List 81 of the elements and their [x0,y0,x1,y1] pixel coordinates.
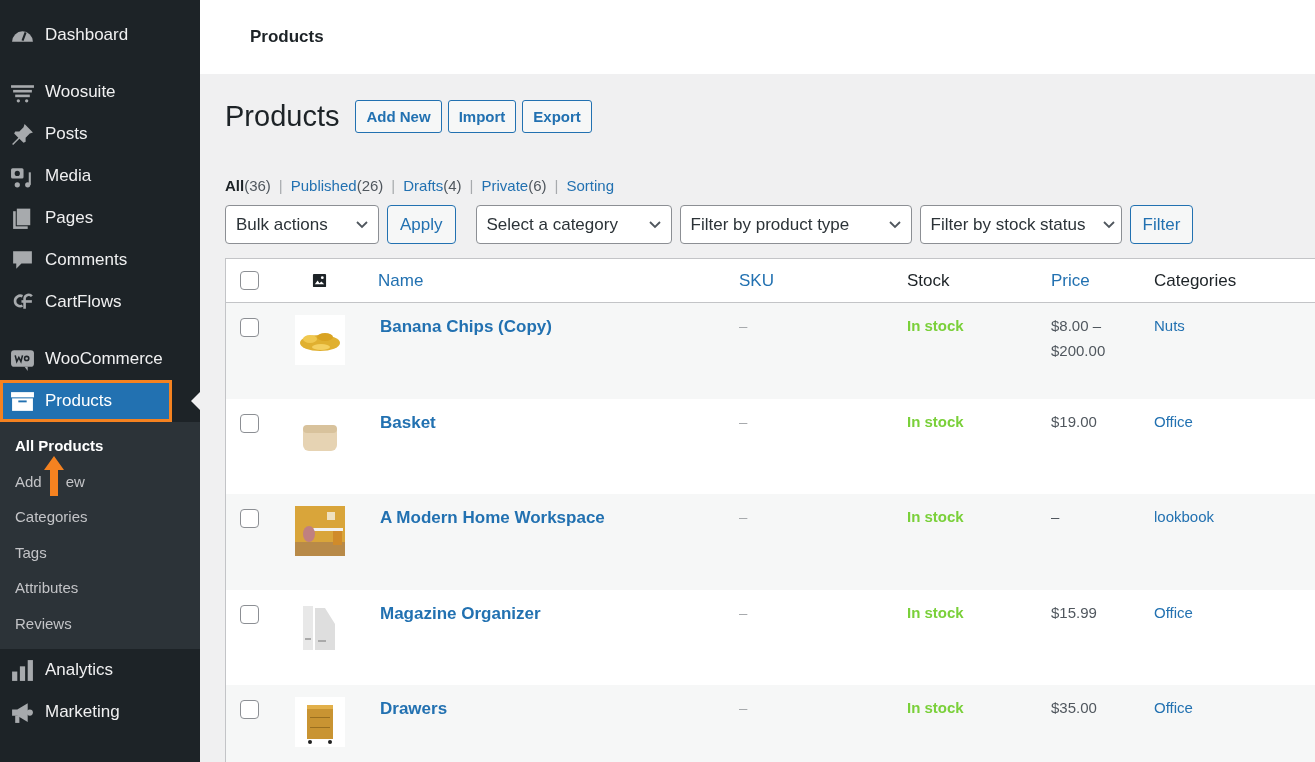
row-checkbox[interactable] [240,509,259,528]
product-name-link[interactable]: Basket [380,412,436,432]
chevron-icon [888,220,901,229]
status-filter-link[interactable]: Drafts(4) [403,177,462,194]
stock-status: In stock [907,412,964,430]
sidebar-item[interactable]: Pages [0,197,200,239]
label-fragment: ew [65,471,85,492]
category-link[interactable]: Office [1154,699,1193,716]
row-checkbox[interactable] [240,413,259,433]
action-button[interactable]: Import [447,100,517,133]
submenu-item[interactable]: Attributes [15,570,79,606]
status-filter-link[interactable]: Published(26) [290,177,384,194]
category-link[interactable]: lookbook [1154,508,1215,525]
sku-text: – [739,699,748,716]
sku-text: – [739,508,748,525]
sidebar-item[interactable]: WooCommerce [0,338,200,380]
sidebar-item[interactable]: Marketing [0,691,200,733]
stock-status: In stock [907,508,964,525]
chevron-icon [356,220,368,229]
stock-status: In stock [907,603,964,621]
price-text: $35.00 [1051,698,1098,718]
category-link[interactable]: Office [1154,603,1193,621]
product-name-link[interactable]: Magazine Organizer [380,603,541,623]
dropdown[interactable]: Select a category [475,205,672,244]
price-text: $8.00 – $200.00 [1051,316,1107,361]
status-filter-link[interactable]: Sorting [566,177,614,194]
sku-text: – [739,317,748,334]
column-header: Categories [1154,270,1237,291]
separator: | [278,177,283,194]
sku-text: – [739,412,748,430]
action-button[interactable]: Add New [355,100,442,133]
action-button[interactable]: Export [522,100,592,133]
submenu-item[interactable]: All Products [15,428,104,464]
select-all-checkbox[interactable] [240,271,259,290]
category-link[interactable]: Nuts [1154,317,1185,334]
arrow [44,456,64,496]
sidebar-item[interactable]: Posts [0,113,200,155]
price-text: – [1051,507,1061,527]
column-header: Stock [907,270,950,291]
sidebar-item[interactable]: Woosuite [0,71,200,113]
submenu-item[interactable]: Reviews [15,605,72,641]
separator: | [469,177,474,194]
product-name-link[interactable]: A Modern Home Workspace [380,508,605,527]
price-text: $19.00 [1051,411,1098,432]
submenu-item[interactable]: Tags [15,534,47,570]
sidebar-item[interactable]: Media [0,155,200,197]
category-link[interactable]: Office [1154,412,1193,430]
product-name-link[interactable]: Drawers [380,699,448,718]
column-header[interactable]: Name [378,270,424,291]
separator: | [391,177,396,194]
image-icon [312,273,327,288]
stock-status: In stock [907,699,964,716]
row-checkbox[interactable] [240,318,259,337]
submenu-item[interactable]: Add [15,463,42,499]
status-filter-link[interactable]: Private(6) [481,177,547,194]
status-filter-link[interactable]: All(36) [225,177,271,194]
sidebar-item[interactable]: CartFlows [0,281,200,323]
stock-status: In stock [907,317,964,334]
product-name-link[interactable]: Banana Chips (Copy) [380,317,552,336]
bar-chart-icon [10,657,35,683]
dropdown[interactable]: Filter by product type [679,205,912,244]
sidebar-item[interactable]: Analytics [0,649,200,691]
apply-button[interactable]: Filter [1129,205,1194,244]
column-header[interactable]: Price [1051,270,1090,291]
row-checkbox[interactable] [240,604,259,624]
row-checkbox[interactable] [240,700,259,719]
price-text: $15.99 [1051,602,1098,623]
pin-icon [10,121,35,147]
sku-text: – [739,603,748,621]
sidebar-item[interactable]: Dashboard [0,14,200,56]
chevron-icon [648,220,661,229]
column-header[interactable]: SKU [739,270,774,291]
dropdown[interactable]: Filter by stock status [919,205,1122,244]
page-title: Products [250,27,324,47]
dropdown[interactable]: Bulk actions [225,205,379,244]
chevron-icon [1102,220,1115,229]
apply-button[interactable]: Apply [387,205,456,244]
submenu-item[interactable]: Categories [15,499,88,535]
sidebar-item[interactable]: Comments [0,239,200,281]
separator: | [554,177,559,194]
heading: Products [225,100,340,133]
